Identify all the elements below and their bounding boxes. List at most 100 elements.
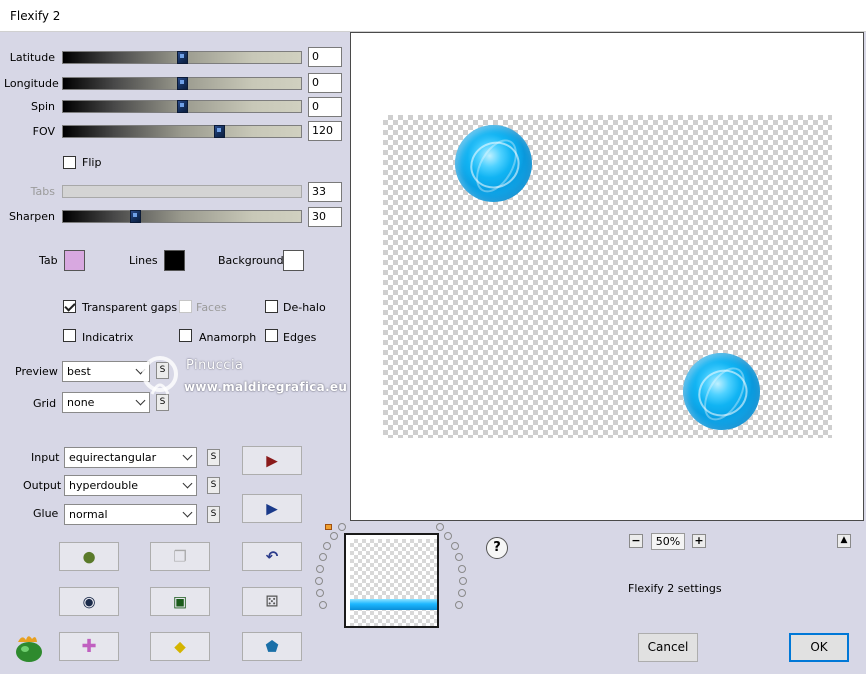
chevron-down-icon — [135, 364, 146, 375]
output-s-button[interactable]: S — [207, 477, 220, 494]
ring-button[interactable]: ◉ — [59, 587, 119, 616]
grid-value: none — [67, 396, 95, 409]
play-back-button[interactable]: ▶ — [242, 494, 302, 523]
preset-dot[interactable] — [329, 532, 338, 541]
preset-dot[interactable] — [457, 589, 466, 598]
grid-s-button[interactable]: S — [156, 394, 169, 411]
background-color-label: Background — [218, 254, 284, 267]
preset-dot[interactable] — [455, 553, 464, 562]
thumbnail-checker — [350, 539, 437, 626]
preset-dot[interactable] — [315, 577, 323, 586]
preview-canvas[interactable] — [350, 32, 864, 521]
fov-slider-thumb[interactable] — [214, 125, 225, 138]
undo-button[interactable]: ↶ — [242, 542, 302, 571]
chevron-down-icon — [182, 478, 193, 489]
preset-dot[interactable] — [337, 523, 346, 532]
flaming-pear-logo-icon — [12, 632, 46, 664]
faces-checkbox[interactable] — [179, 300, 192, 313]
grid-select[interactable]: none — [62, 392, 150, 413]
fov-slider[interactable] — [62, 125, 302, 138]
input-projection-select[interactable]: equirectangular — [64, 447, 197, 468]
tabs-label: Tabs — [30, 185, 55, 198]
preset-dot[interactable] — [436, 523, 445, 532]
transparent-background — [383, 115, 832, 438]
fov-label: FOV — [32, 125, 55, 138]
glue-label: Glue — [33, 507, 59, 520]
thumbnail-preview[interactable] — [344, 533, 439, 628]
preset-dot[interactable] — [450, 542, 459, 551]
latitude-slider[interactable] — [62, 51, 302, 64]
longitude-slider[interactable] — [62, 77, 302, 90]
watermark-name: Pinuccia — [186, 358, 244, 373]
play-icon: ▶ — [266, 451, 278, 469]
flip-checkbox[interactable] — [63, 156, 76, 169]
spin-value[interactable]: 0 — [308, 97, 342, 117]
preview-quality-s-button[interactable]: S — [156, 362, 169, 379]
input-label: Input — [31, 451, 60, 464]
longitude-slider-thumb[interactable] — [177, 77, 188, 90]
sharpen-slider-thumb[interactable] — [130, 210, 141, 223]
ring-icon: ◉ — [82, 592, 96, 610]
preview-sphere-bottom — [683, 353, 760, 430]
settings-name: Flexify 2 settings — [628, 582, 722, 595]
sharpen-label: Sharpen — [9, 210, 55, 223]
edges-checkbox[interactable] — [265, 329, 278, 342]
gem-button[interactable]: ⬟ — [242, 632, 302, 661]
ok-button[interactable]: OK — [789, 633, 849, 662]
glue-s-button[interactable]: S — [207, 506, 220, 523]
globe-icon: ● — [82, 547, 96, 565]
longitude-value[interactable]: 0 — [308, 73, 342, 93]
preset-dot[interactable] — [444, 532, 453, 541]
preset-dot[interactable] — [454, 600, 463, 609]
preset-dot[interactable] — [318, 553, 327, 562]
de-halo-label: De-halo — [283, 301, 326, 314]
cross-tile-button[interactable]: ✚ — [59, 632, 119, 661]
tabs-slider[interactable] — [62, 185, 302, 198]
copy-button[interactable]: ❐ — [150, 542, 210, 571]
preset-dot[interactable] — [315, 565, 324, 574]
preset-dot[interactable] — [319, 600, 328, 609]
play-forward-button[interactable]: ▶ — [242, 446, 302, 475]
cancel-button[interactable]: Cancel — [638, 633, 698, 662]
randomize-button[interactable]: ● — [59, 542, 119, 571]
preset-dot[interactable] — [458, 565, 467, 574]
watermark-site: www.maldiregrafica.eu — [184, 380, 348, 394]
frame-button[interactable]: ▣ — [150, 587, 210, 616]
preset-dot[interactable] — [458, 577, 467, 586]
anamorph-checkbox[interactable] — [179, 329, 192, 342]
indicatrix-checkbox[interactable] — [63, 329, 76, 342]
lines-color-swatch[interactable] — [164, 250, 185, 271]
preview-quality-select[interactable]: best — [62, 361, 150, 382]
expand-button[interactable]: ▲ — [837, 534, 851, 548]
lines-color-label: Lines — [129, 254, 158, 267]
help-button[interactable]: ? — [486, 537, 508, 559]
spin-slider-thumb[interactable] — [177, 100, 188, 113]
latitude-slider-thumb[interactable] — [177, 51, 188, 64]
spin-slider[interactable] — [62, 100, 302, 113]
zoom-out-button[interactable]: − — [629, 534, 643, 548]
preset-dot[interactable] — [323, 542, 332, 551]
preset-dot[interactable] — [316, 589, 325, 598]
tabs-value[interactable]: 33 — [308, 182, 342, 202]
fov-value[interactable]: 120 — [308, 121, 342, 141]
input-s-button[interactable]: S — [207, 449, 220, 466]
edges-label: Edges — [283, 331, 317, 344]
sharpen-value[interactable]: 30 — [308, 207, 342, 227]
thumbnail-band — [350, 599, 437, 610]
transparent-gaps-label: Transparent gaps — [82, 301, 178, 314]
dice-button[interactable]: ⚄ — [242, 587, 302, 616]
cube-button[interactable]: ◆ — [150, 632, 210, 661]
zoom-in-button[interactable]: + — [692, 534, 706, 548]
tab-color-swatch[interactable] — [64, 250, 85, 271]
sharpen-slider[interactable] — [62, 210, 302, 223]
background-color-swatch[interactable] — [283, 250, 304, 271]
de-halo-checkbox[interactable] — [265, 300, 278, 313]
preview-quality-label: Preview — [15, 365, 58, 378]
latitude-value[interactable]: 0 — [308, 47, 342, 67]
glue-select[interactable]: normal — [64, 504, 197, 525]
preview-sphere-top — [455, 125, 532, 202]
glue-value: normal — [69, 508, 108, 521]
input-projection-value: equirectangular — [69, 451, 157, 464]
transparent-gaps-checkbox[interactable] — [63, 300, 76, 313]
output-projection-select[interactable]: hyperdouble — [64, 475, 197, 496]
